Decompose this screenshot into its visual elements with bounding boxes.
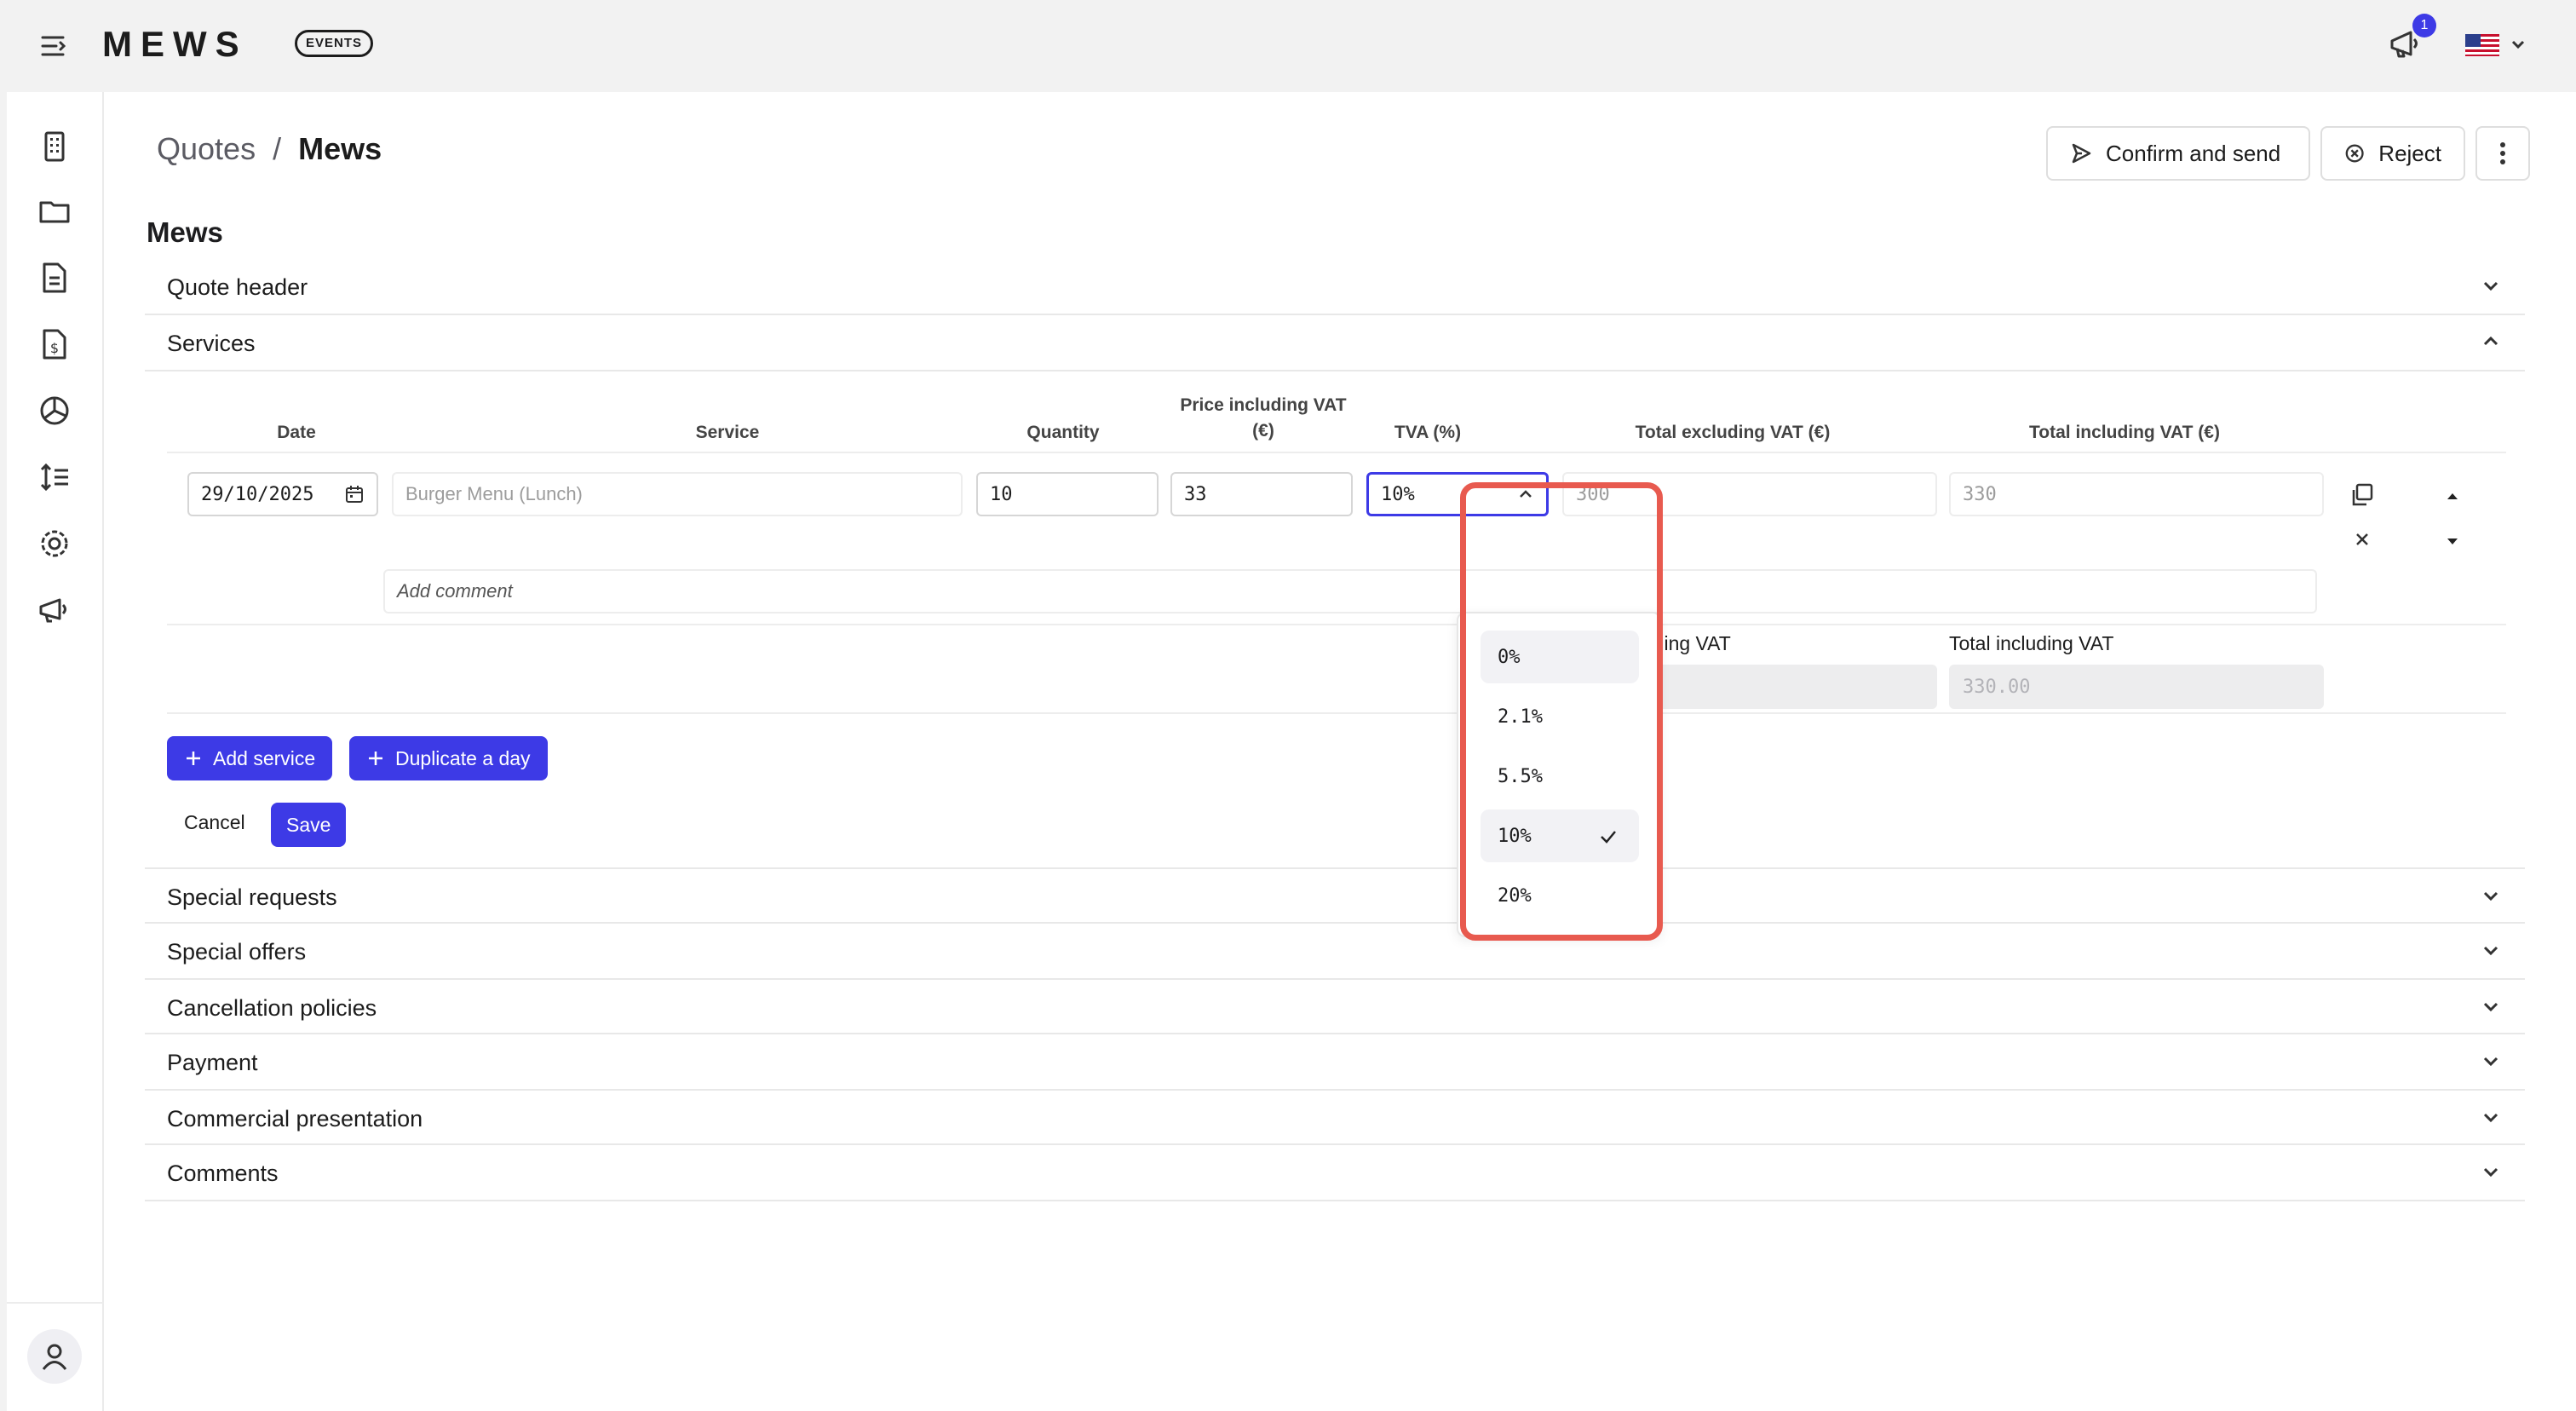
chevron-down-icon <box>2483 1167 2498 1178</box>
add-service-button[interactable]: Add service <box>167 736 333 780</box>
add-comment-input[interactable]: Add comment <box>383 569 2317 613</box>
service-input[interactable]: Burger Menu (Lunch) <box>392 472 963 516</box>
us-flag-icon <box>2465 34 2499 56</box>
breadcrumb: Quotes / Mews <box>157 131 382 167</box>
duplicate-day-button[interactable]: Duplicate a day <box>349 736 548 780</box>
col-header-date: Date <box>277 423 316 442</box>
confirm-and-send-button[interactable]: Confirm and send <box>2046 126 2310 181</box>
col-header-quantity: Quantity <box>1026 423 1100 442</box>
user-avatar-icon[interactable] <box>27 1329 82 1384</box>
plus-icon <box>187 752 200 765</box>
chevron-down-icon <box>2483 1002 2498 1012</box>
chevron-up-icon <box>1520 490 1532 498</box>
section-services[interactable]: Services <box>145 315 2525 371</box>
settings-gear-icon[interactable] <box>36 525 73 562</box>
calendar-icon[interactable] <box>344 484 365 504</box>
notification-badge: 1 <box>2412 14 2436 37</box>
folder-icon[interactable] <box>36 193 73 230</box>
cancel-button[interactable]: Cancel <box>184 811 245 834</box>
chevron-down-icon <box>2483 891 2498 901</box>
totals-incl-value: 330.00 <box>1949 665 2324 709</box>
save-button[interactable]: Save <box>271 803 347 847</box>
sort-list-icon[interactable] <box>36 458 73 496</box>
tva-dropdown-menu: 0% 2.1% 5.5% 10% 20% <box>1457 612 1661 937</box>
invoice-dollar-icon[interactable]: $ <box>36 325 73 363</box>
chevron-down-icon <box>2483 281 2498 291</box>
tva-option-selected[interactable]: 10% <box>1481 809 1639 862</box>
section-commercial-presentation[interactable]: Commercial presentation <box>145 1091 2525 1145</box>
checkmark-icon <box>1601 831 1616 844</box>
totals-divider <box>167 712 2506 714</box>
tva-select[interactable]: 10% <box>1366 472 1549 516</box>
tva-option[interactable]: 0% <box>1481 631 1639 683</box>
total-incl-vat-field: 330 <box>1949 472 2324 516</box>
move-down-icon[interactable] <box>2438 527 2467 556</box>
vertical-dots-icon <box>2500 142 2505 164</box>
remove-row-icon[interactable] <box>2348 525 2377 554</box>
send-icon <box>2072 143 2091 164</box>
duplicate-row-icon[interactable] <box>2348 481 2377 510</box>
sidebar: $ <box>7 92 104 1411</box>
section-payment[interactable]: Payment <box>145 1034 2525 1091</box>
section-cancellation-policies[interactable]: Cancellation policies <box>145 980 2525 1034</box>
quantity-input[interactable]: 10 <box>976 472 1159 516</box>
move-up-icon[interactable] <box>2438 482 2467 511</box>
tva-option[interactable]: 2.1% <box>1481 690 1639 743</box>
chevron-down-icon <box>2511 40 2525 49</box>
document-list-icon[interactable] <box>36 259 73 297</box>
main-content: Quotes / Mews Confirm and send Reject Me… <box>104 92 2576 1411</box>
col-header-price-incl-vat: Price including VAT (€) <box>1180 395 1347 441</box>
product-badge: EVENTS <box>295 30 374 57</box>
row-divider <box>167 624 2506 625</box>
section-comments[interactable]: Comments <box>145 1145 2525 1201</box>
totals-incl-label: Total including VAT <box>1949 632 2114 654</box>
mews-logo[interactable]: MEWS <box>102 24 248 65</box>
pie-chart-icon[interactable] <box>36 392 73 429</box>
page-title: Mews <box>147 216 223 248</box>
price-input[interactable]: 33 <box>1170 472 1353 516</box>
col-header-tva: TVA (%) <box>1394 423 1462 442</box>
plus-icon <box>369 752 382 765</box>
svg-text:$: $ <box>50 340 59 356</box>
total-excl-vat-field: 300 <box>1562 472 1937 516</box>
chevron-down-icon <box>2483 946 2498 956</box>
chevron-up-icon <box>2483 336 2498 346</box>
section-quote-header[interactable]: Quote header <box>145 259 2525 315</box>
col-header-total-excl-vat: Total excluding VAT (€) <box>1635 423 1831 442</box>
breadcrumb-separator: / <box>273 131 282 166</box>
chevron-down-icon <box>2483 1057 2498 1067</box>
col-header-total-incl-vat: Total including VAT (€) <box>2029 423 2220 442</box>
menu-toggle-icon[interactable] <box>37 31 75 61</box>
chevron-down-icon <box>2483 1113 2498 1123</box>
col-header-service: Service <box>695 423 760 442</box>
reject-button[interactable]: Reject <box>2320 126 2465 181</box>
tva-option[interactable]: 5.5% <box>1481 750 1639 803</box>
building-icon[interactable] <box>36 128 73 165</box>
breadcrumb-current: Mews <box>298 131 382 166</box>
sidebar-divider <box>7 1302 104 1304</box>
section-special-requests[interactable]: Special requests <box>145 867 2525 924</box>
circle-x-icon <box>2345 144 2364 163</box>
breadcrumb-quotes-link[interactable]: Quotes <box>157 131 256 167</box>
more-options-button[interactable] <box>2475 126 2530 181</box>
megaphone-icon[interactable] <box>36 591 73 629</box>
table-header-divider <box>167 452 2506 453</box>
top-bar: MEWS EVENTS 1 <box>0 0 2576 92</box>
language-selector[interactable] <box>2464 29 2533 60</box>
tva-option[interactable]: 20% <box>1481 869 1639 922</box>
date-input[interactable]: 29/10/2025 <box>187 472 378 516</box>
section-special-offers[interactable]: Special offers <box>145 924 2525 980</box>
